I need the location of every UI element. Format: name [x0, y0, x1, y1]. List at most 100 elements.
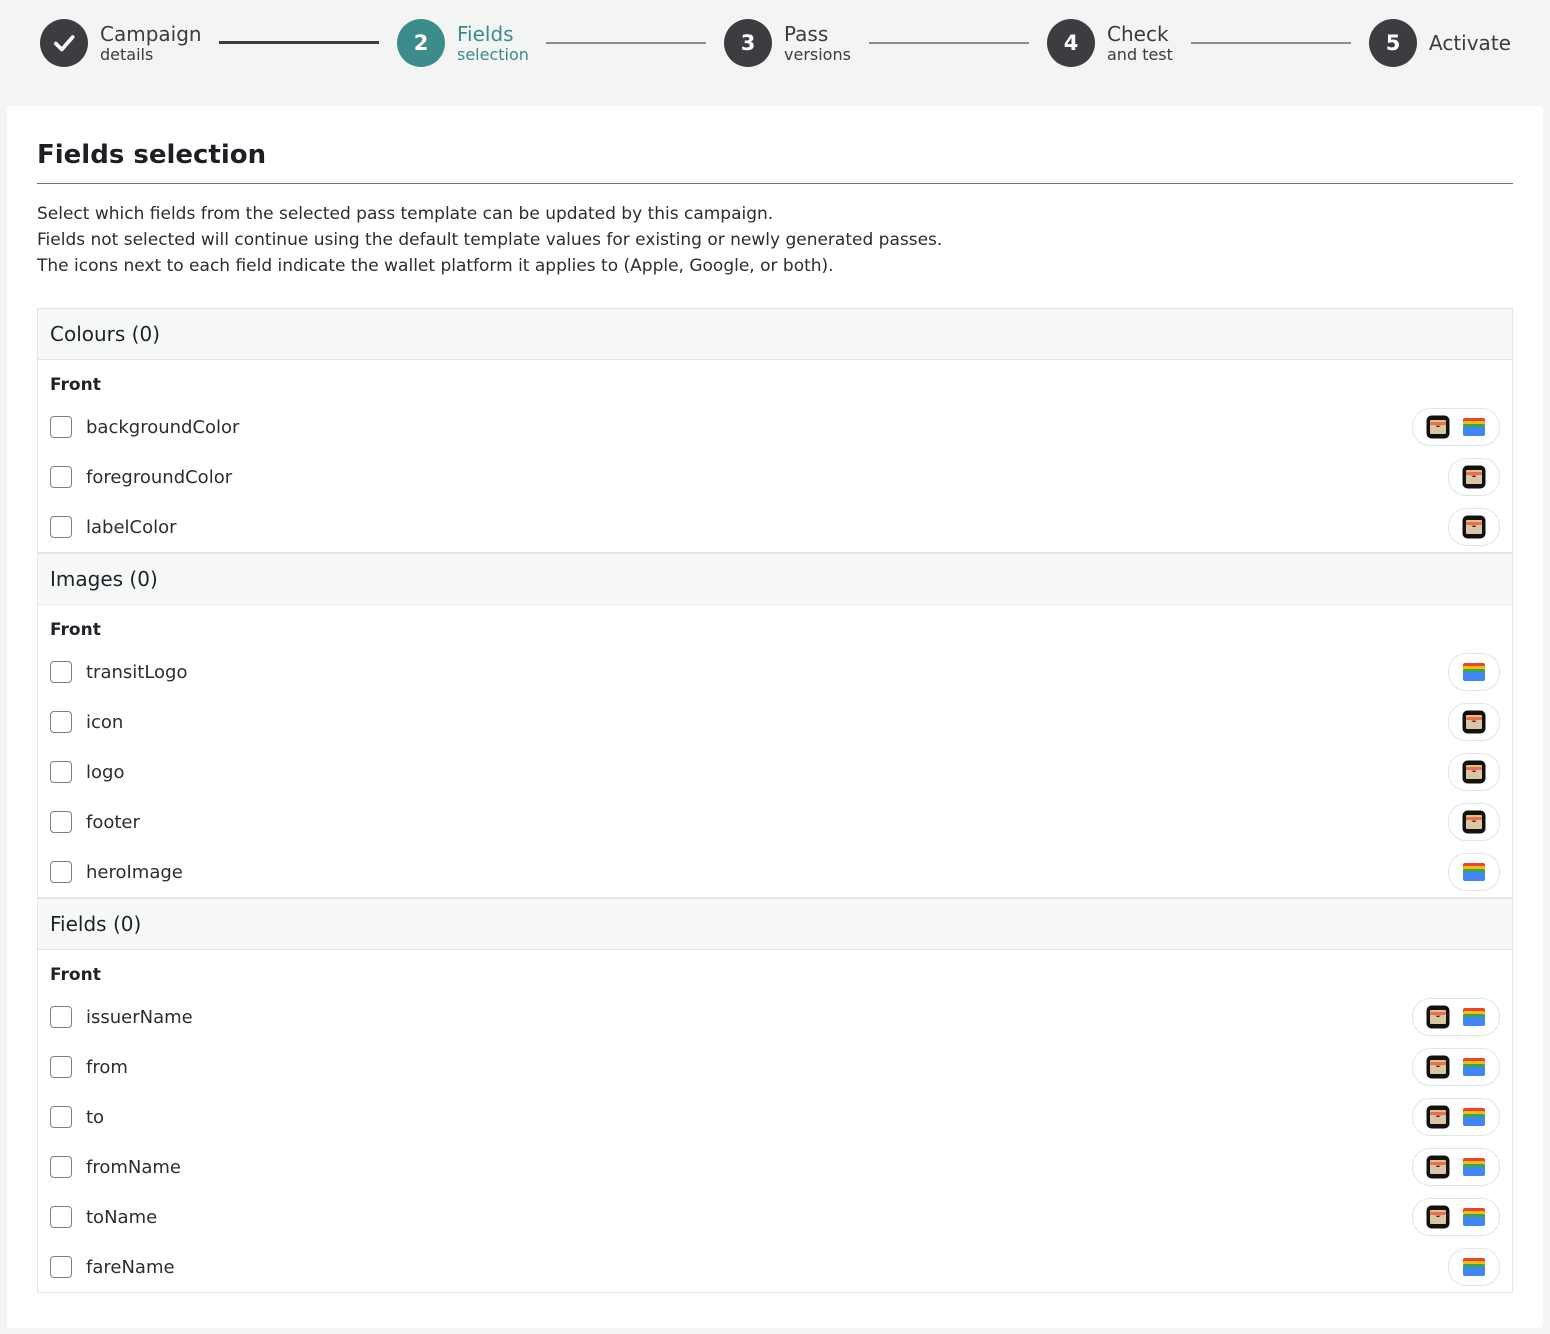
intro-line: The icons next to each field indicate th… [37, 256, 834, 276]
step-number: 5 [1369, 19, 1417, 67]
field-label[interactable]: heroImage [86, 862, 183, 883]
field-row: toName [50, 1192, 1500, 1242]
step-fields-selection[interactable]: 2 Fields selection [397, 19, 529, 67]
step-connector [219, 41, 379, 44]
field-row: foregroundColor [50, 452, 1500, 502]
field-group: Colours (0) Front backgroundColor foregroun… [38, 309, 1512, 552]
step-activate[interactable]: 5 Activate [1369, 19, 1511, 67]
step-connector [869, 42, 1029, 44]
apple-wallet-icon [1426, 1205, 1450, 1229]
google-wallet-icon [1462, 1055, 1486, 1079]
apple-wallet-icon [1462, 710, 1486, 734]
step-title: Check [1107, 21, 1169, 46]
intro-text: Select which fields from the selected pa… [37, 201, 1507, 279]
apple-wallet-icon [1462, 760, 1486, 784]
apple-wallet-icon [1426, 1005, 1450, 1029]
platform-badges [1448, 458, 1500, 496]
step-title: Pass [784, 21, 829, 46]
field-row: to [50, 1092, 1500, 1142]
page-title: Fields selection [37, 140, 267, 170]
step-subtitle: selection [457, 44, 529, 64]
platform-badges [1448, 853, 1500, 891]
divider [37, 183, 1513, 184]
field-checkbox[interactable] [50, 516, 72, 538]
google-wallet-icon [1462, 1155, 1486, 1179]
group-body: Front issuerName from to fromName toName fareN… [38, 950, 1512, 1292]
field-checkbox[interactable] [50, 416, 72, 438]
field-checkbox[interactable] [50, 1056, 72, 1078]
field-row: logo [50, 747, 1500, 797]
step-connector [1191, 42, 1351, 44]
field-label[interactable]: icon [86, 712, 123, 733]
step-connector [546, 42, 706, 44]
platform-badges [1448, 703, 1500, 741]
field-row: heroImage [50, 847, 1500, 897]
field-checkbox[interactable] [50, 1006, 72, 1028]
step-check-and-test[interactable]: 4 Check and test [1047, 19, 1173, 67]
field-checkbox[interactable] [50, 1156, 72, 1178]
apple-wallet-icon [1462, 465, 1486, 489]
group-header[interactable]: Fields (0) [38, 897, 1512, 950]
field-label[interactable]: labelColor [86, 517, 177, 538]
progress-stepper: Campaign details 2 Fields selection 3 Pa… [0, 0, 1550, 88]
field-row: labelColor [50, 502, 1500, 552]
platform-badges [1412, 408, 1500, 446]
field-row: issuerName [50, 992, 1500, 1042]
google-wallet-icon [1462, 1255, 1486, 1279]
platform-badges [1412, 1198, 1500, 1236]
field-row: transitLogo [50, 647, 1500, 697]
field-label[interactable]: fromName [86, 1157, 181, 1178]
field-row: from [50, 1042, 1500, 1092]
intro-line: Fields not selected will continue using … [37, 230, 943, 250]
step-pass-versions[interactable]: 3 Pass versions [724, 19, 851, 67]
field-label[interactable]: fareName [86, 1257, 175, 1278]
step-title: Fields [457, 21, 514, 46]
platform-badges [1412, 998, 1500, 1036]
field-group: Fields (0) Front issuerName from to fromName t… [38, 897, 1512, 1292]
apple-wallet-icon [1426, 415, 1450, 439]
fields-selection-card: Fields selection Select which fields fro… [7, 106, 1543, 1328]
field-label[interactable]: toName [86, 1207, 157, 1228]
field-checkbox[interactable] [50, 1256, 72, 1278]
field-group: Images (0) Front transitLogo icon logo footer… [38, 552, 1512, 897]
field-checkbox[interactable] [50, 466, 72, 488]
field-label[interactable]: to [86, 1107, 104, 1128]
step-title: Activate [1429, 31, 1511, 55]
field-checkbox[interactable] [50, 661, 72, 683]
apple-wallet-icon [1426, 1155, 1450, 1179]
check-icon [40, 19, 88, 67]
step-subtitle: details [100, 44, 154, 64]
step-title: Campaign [100, 21, 202, 46]
platform-badges [1448, 1248, 1500, 1286]
step-number: 4 [1047, 19, 1095, 67]
step-subtitle: and test [1107, 44, 1173, 64]
field-row: icon [50, 697, 1500, 747]
field-label[interactable]: footer [86, 812, 140, 833]
group-header[interactable]: Images (0) [38, 552, 1512, 605]
google-wallet-icon [1462, 415, 1486, 439]
platform-badges [1448, 753, 1500, 791]
platform-badges [1412, 1048, 1500, 1086]
field-checkbox[interactable] [50, 811, 72, 833]
field-label[interactable]: foregroundColor [86, 467, 232, 488]
field-label[interactable]: from [86, 1057, 128, 1078]
step-campaign-details[interactable]: Campaign details [40, 19, 202, 67]
field-label[interactable]: logo [86, 762, 124, 783]
field-checkbox[interactable] [50, 711, 72, 733]
group-body: Front transitLogo icon logo footer heroImage [38, 605, 1512, 897]
apple-wallet-icon [1462, 515, 1486, 539]
field-label[interactable]: transitLogo [86, 662, 188, 683]
field-checkbox[interactable] [50, 1106, 72, 1128]
platform-badges [1448, 803, 1500, 841]
group-header[interactable]: Colours (0) [38, 309, 1512, 360]
step-number: 2 [397, 19, 445, 67]
platform-badges [1448, 508, 1500, 546]
field-label[interactable]: backgroundColor [86, 417, 239, 438]
field-checkbox[interactable] [50, 861, 72, 883]
field-row: fareName [50, 1242, 1500, 1292]
apple-wallet-icon [1462, 810, 1486, 834]
field-checkbox[interactable] [50, 761, 72, 783]
field-checkbox[interactable] [50, 1206, 72, 1228]
field-groups: Colours (0) Front backgroundColor foregroun… [37, 308, 1513, 1293]
field-label[interactable]: issuerName [86, 1007, 193, 1028]
